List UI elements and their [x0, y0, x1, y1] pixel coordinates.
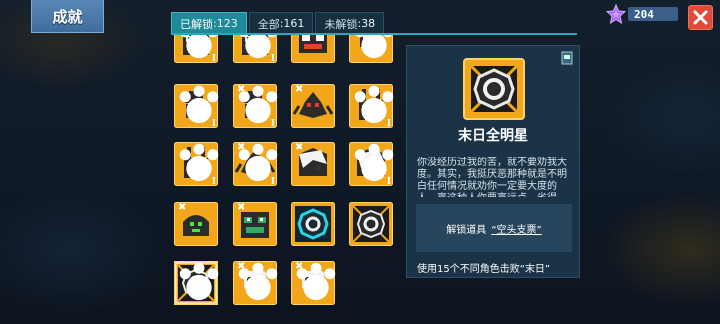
achievement-detail-panel: 末日全明星 你没经历过我的苦，就不要劝我大度。其实，我挺厌恶那种就是不明白任何情… [406, 45, 580, 278]
tab-unlocked[interactable]: 已解锁:123 [171, 12, 247, 34]
doomsday-gear-icon [349, 202, 393, 246]
rank-label: I [270, 119, 275, 129]
paw-icon [355, 35, 393, 59]
unlock-label: 解锁道具 [446, 224, 487, 236]
achievement-tile[interactable]: ✖ [291, 142, 335, 186]
achievement-tile[interactable]: I [349, 84, 394, 129]
achievement-description: 你没经历过我的苦，就不要劝我大度。其实，我挺厌恶那种就是不明白任何情况就劝你一定… [417, 157, 567, 197]
achievement-tile[interactable]: I [233, 35, 277, 64]
currency-display: 204 [606, 4, 678, 24]
rank-label: I [211, 119, 216, 129]
rank-label: I [386, 177, 391, 187]
tab-all[interactable]: 全部:161 [248, 12, 314, 34]
unlock-item-link[interactable]: “空头支票” [491, 221, 541, 236]
page-title: 成就 [31, 0, 104, 33]
rank-label: I [270, 177, 275, 187]
achievement-tile[interactable] [174, 261, 219, 305]
tab-count: :38 [357, 17, 376, 30]
tab-label: 未解锁 [324, 17, 358, 31]
black-mech-icon [291, 35, 335, 63]
paw-icon [296, 262, 336, 301]
achievement-tile[interactable]: ✖ [233, 261, 278, 305]
unlock-condition: 使用15个不同角色击败“末日” [417, 264, 551, 275]
achievement-tile[interactable] [349, 35, 393, 63]
achievement-tile[interactable] [291, 35, 335, 63]
achievement-tile[interactable]: I [349, 142, 394, 187]
paw-icon [179, 262, 219, 301]
tab-label: 全部 [257, 17, 280, 31]
achievement-tile[interactable]: I [174, 35, 218, 64]
tab-label: 已解锁 [180, 17, 213, 31]
new-marker-icon: ✖ [295, 142, 304, 153]
tab-count: :123 [213, 17, 238, 30]
new-marker-icon: ✖ [295, 84, 304, 95]
achievement-tile[interactable]: I [174, 142, 219, 187]
rank-label: I [211, 54, 216, 64]
achievement-grid[interactable]: I I I ✖ I ✖ I I ✖ I ✖ I ✖ ✖ ✖ ✖ [168, 35, 400, 324]
new-marker-icon: ✖ [178, 202, 187, 213]
close-button[interactable] [688, 5, 713, 30]
purple-gem-icon [606, 4, 626, 24]
rank-label: I [211, 177, 216, 187]
filter-tabs: 已解锁:123 全部:161 未解锁:38 [171, 12, 386, 34]
cyan-doomsday-icon [291, 202, 335, 246]
achievement-tile[interactable] [291, 202, 335, 246]
tab-locked[interactable]: 未解锁:38 [315, 12, 385, 34]
doomsday-star-icon [463, 58, 525, 120]
achievement-tile[interactable]: ✖ [233, 202, 277, 246]
rank-label: I [270, 54, 275, 64]
achievement-tile[interactable]: ✖ [174, 202, 218, 246]
achievement-tile[interactable]: ✖ I [233, 84, 278, 129]
achievement-tile[interactable]: ✖ [291, 84, 335, 128]
unlock-reward: 解锁道具 “空头支票” [416, 204, 572, 252]
achievement-tile[interactable]: ✖ [291, 261, 336, 305]
new-marker-icon: ✖ [237, 202, 246, 213]
achievement-tile[interactable]: ✖ I [233, 142, 278, 187]
achievement-tile[interactable]: I [174, 84, 219, 129]
rank-label: I [386, 119, 391, 129]
achievement-tile[interactable] [349, 202, 393, 246]
scroll-handle-icon [561, 51, 573, 65]
close-icon [693, 10, 708, 25]
currency-amount: 204 [628, 7, 678, 21]
paw-icon [238, 262, 278, 301]
tab-count: :161 [279, 17, 305, 30]
achievement-name: 末日全明星 [458, 128, 528, 144]
